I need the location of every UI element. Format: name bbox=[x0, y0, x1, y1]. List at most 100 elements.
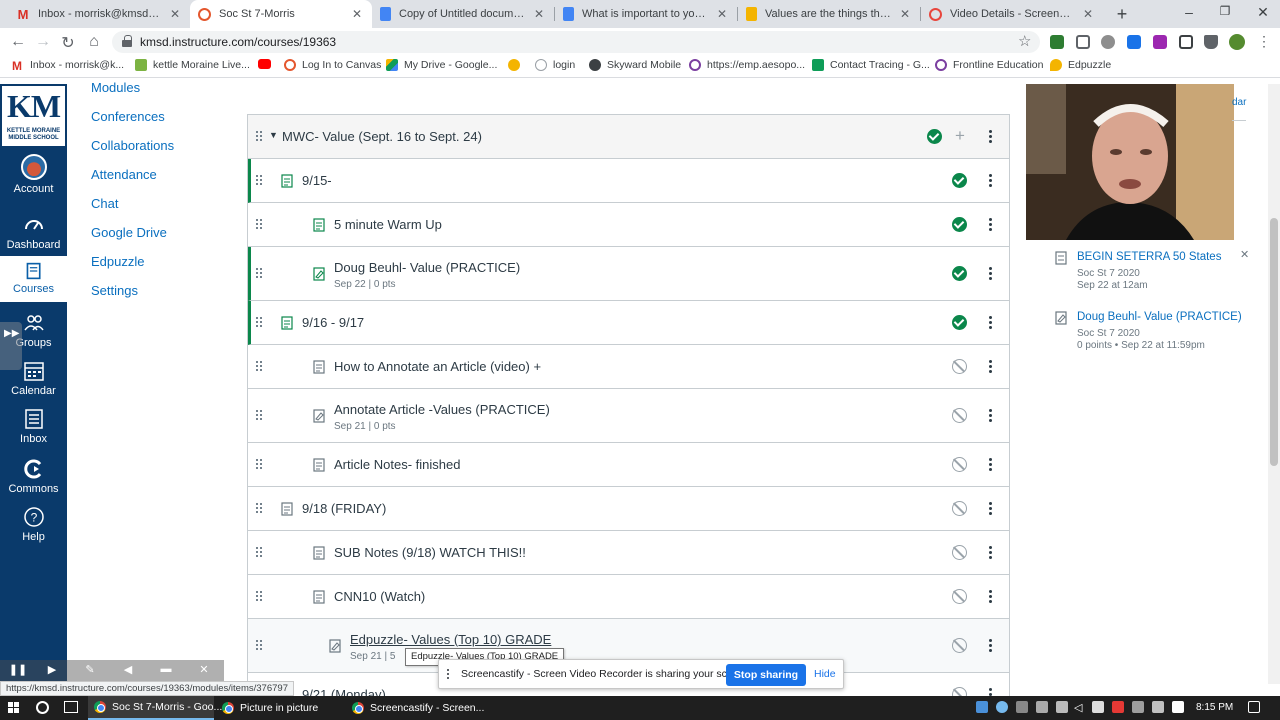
bookmark[interactable]: My Drive - Google... bbox=[386, 59, 497, 71]
module-item-title[interactable]: 9/15- bbox=[302, 173, 332, 188]
nav-account[interactable]: Account bbox=[0, 154, 67, 202]
drag-handle-icon[interactable] bbox=[256, 317, 264, 329]
drag-handle-icon[interactable] bbox=[256, 503, 264, 515]
course-nav-settings[interactable]: Settings bbox=[91, 283, 138, 298]
module-item-row[interactable]: 9/15- bbox=[248, 159, 1009, 203]
drag-grip-icon[interactable] bbox=[447, 669, 455, 679]
new-tab-icon[interactable]: + bbox=[1112, 4, 1132, 25]
unpublished-icon[interactable] bbox=[952, 359, 967, 374]
course-nav-attendance[interactable]: Attendance bbox=[91, 167, 157, 182]
drag-handle-icon[interactable] bbox=[256, 131, 264, 143]
tray-icon[interactable] bbox=[976, 701, 988, 713]
bookmark[interactable]: Frontline Education bbox=[935, 59, 1043, 71]
item-options-icon[interactable] bbox=[989, 639, 993, 653]
search-icon[interactable] bbox=[36, 701, 49, 714]
unpublished-icon[interactable] bbox=[952, 408, 967, 423]
module-item-title[interactable]: Article Notes- finished bbox=[334, 457, 460, 472]
page-scrollbar[interactable] bbox=[1268, 84, 1280, 684]
module-item-row[interactable]: CNN10 (Watch) bbox=[248, 575, 1009, 619]
back-arrow-icon[interactable]: ← bbox=[8, 33, 28, 51]
module-item-row[interactable]: How to Annotate an Article (video) + bbox=[248, 345, 1009, 389]
drag-handle-icon[interactable] bbox=[256, 219, 264, 231]
item-options-icon[interactable] bbox=[989, 174, 993, 188]
published-check-icon[interactable] bbox=[952, 315, 967, 330]
module-item-title[interactable]: SUB Notes (9/18) WATCH THIS!! bbox=[334, 545, 526, 560]
bookmark[interactable]: Contact Tracing - G... bbox=[812, 59, 930, 71]
item-options-icon[interactable] bbox=[989, 218, 993, 232]
unpublished-icon[interactable] bbox=[952, 589, 967, 604]
restore-icon[interactable]: ❐ bbox=[1210, 4, 1240, 18]
close-recorder-icon[interactable]: ✕ bbox=[190, 663, 218, 679]
bookmark[interactable]: Skyward Mobile bbox=[589, 59, 681, 71]
browser-tab[interactable]: Copy of Untitled document - G ✕ bbox=[372, 0, 554, 28]
published-check-icon[interactable] bbox=[952, 266, 967, 281]
windows-start-icon[interactable] bbox=[8, 702, 20, 714]
taskbar-app-pip[interactable]: Picture in picture bbox=[216, 696, 342, 720]
browser-menu-icon[interactable]: ⋮ bbox=[1254, 33, 1274, 50]
close-tab-icon[interactable]: ✕ bbox=[532, 7, 546, 21]
browser-tab[interactable]: Values are the things that matt ✕ bbox=[738, 0, 920, 28]
task-view-icon[interactable] bbox=[64, 701, 78, 713]
module-item-row[interactable]: SUB Notes (9/18) WATCH THIS!! bbox=[248, 531, 1009, 575]
tray-icon[interactable] bbox=[1172, 701, 1184, 713]
course-nav-chat[interactable]: Chat bbox=[91, 196, 118, 211]
tray-icon[interactable] bbox=[1016, 701, 1028, 713]
item-options-icon[interactable] bbox=[989, 409, 993, 423]
extension-icon[interactable] bbox=[1179, 35, 1193, 49]
module-item-row[interactable]: 9/18 (FRIDAY) bbox=[248, 487, 1009, 531]
item-options-icon[interactable] bbox=[989, 316, 993, 330]
bookmark[interactable] bbox=[508, 59, 526, 71]
nav-courses[interactable]: Courses bbox=[0, 256, 67, 302]
course-nav-modules[interactable]: Modules bbox=[91, 80, 140, 95]
drag-handle-icon[interactable] bbox=[256, 459, 264, 471]
stop-sharing-button[interactable]: Stop sharing bbox=[726, 664, 806, 686]
recorder-side-handle[interactable]: ▶▶ bbox=[0, 322, 22, 370]
bookmark[interactable]: M Inbox - morrisk@k... bbox=[12, 59, 124, 73]
drag-handle-icon[interactable] bbox=[256, 361, 264, 373]
nav-help[interactable]: ? Help bbox=[0, 506, 67, 546]
dismiss-todo-icon[interactable]: ✕ bbox=[1240, 248, 1249, 261]
item-options-icon[interactable] bbox=[989, 502, 993, 516]
browser-tab[interactable]: What is important to you - Go ✕ bbox=[555, 0, 737, 28]
calendar-link-partial[interactable]: dar bbox=[1232, 97, 1246, 108]
play-icon[interactable]: ▶ bbox=[38, 663, 66, 679]
close-tab-icon[interactable]: ✕ bbox=[898, 7, 912, 21]
home-icon[interactable]: ⌂ bbox=[84, 33, 104, 51]
published-check-icon[interactable] bbox=[952, 173, 967, 188]
unpublished-icon[interactable] bbox=[952, 457, 967, 472]
module-item-title[interactable]: CNN10 (Watch) bbox=[334, 589, 425, 604]
tray-icon[interactable] bbox=[1152, 701, 1164, 713]
nav-dashboard[interactable]: Dashboard bbox=[0, 214, 67, 254]
course-nav-edpuzzle[interactable]: Edpuzzle bbox=[91, 254, 144, 269]
reload-icon[interactable]: ↻ bbox=[58, 33, 78, 53]
module-item-row[interactable]: Article Notes- finished bbox=[248, 443, 1009, 487]
close-tab-icon[interactable]: ✕ bbox=[168, 7, 182, 21]
profile-avatar[interactable] bbox=[1229, 34, 1245, 50]
taskbar-app-screencastify[interactable]: Screencastify - Screen... bbox=[346, 696, 484, 720]
module-item-title[interactable]: How to Annotate an Article (video) + bbox=[334, 359, 541, 374]
drag-handle-icon[interactable] bbox=[256, 591, 264, 603]
course-nav-google-drive[interactable]: Google Drive bbox=[91, 225, 167, 240]
module-item-row[interactable]: Doug Beuhl- Value (PRACTICE) Sep 22 | 0 p… bbox=[248, 247, 1009, 301]
pause-icon[interactable]: ❚❚ bbox=[4, 663, 32, 679]
close-tab-icon[interactable]: ✕ bbox=[1081, 7, 1095, 21]
tray-icon[interactable] bbox=[1056, 701, 1068, 713]
published-check-icon[interactable] bbox=[927, 129, 942, 144]
tray-icon[interactable] bbox=[1132, 701, 1144, 713]
bookmark[interactable]: login bbox=[535, 59, 575, 71]
nav-inbox[interactable]: Inbox bbox=[0, 408, 67, 448]
onedrive-icon[interactable] bbox=[996, 701, 1008, 713]
bookmark[interactable]: Edpuzzle bbox=[1050, 59, 1111, 71]
puzzle-extensions-icon[interactable] bbox=[1204, 35, 1218, 49]
unpublished-icon[interactable] bbox=[952, 545, 967, 560]
extension-icon[interactable] bbox=[1153, 35, 1167, 49]
extension-icon[interactable] bbox=[1050, 35, 1064, 49]
item-options-icon[interactable] bbox=[989, 546, 993, 560]
module-item-title[interactable]: 5 minute Warm Up bbox=[334, 217, 442, 232]
module-item-title[interactable]: 9/18 (FRIDAY) bbox=[302, 501, 386, 516]
module-item-row[interactable]: 9/16 - 9/17 bbox=[248, 301, 1009, 345]
published-check-icon[interactable] bbox=[952, 217, 967, 232]
bookmark[interactable]: https://emp.aesopo... bbox=[689, 59, 805, 71]
module-header[interactable]: ▼ MWC- Value (Sept. 16 to Sept. 24) + bbox=[248, 115, 1009, 159]
todo-item-title[interactable]: Doug Beuhl- Value (PRACTICE) bbox=[1077, 311, 1242, 323]
